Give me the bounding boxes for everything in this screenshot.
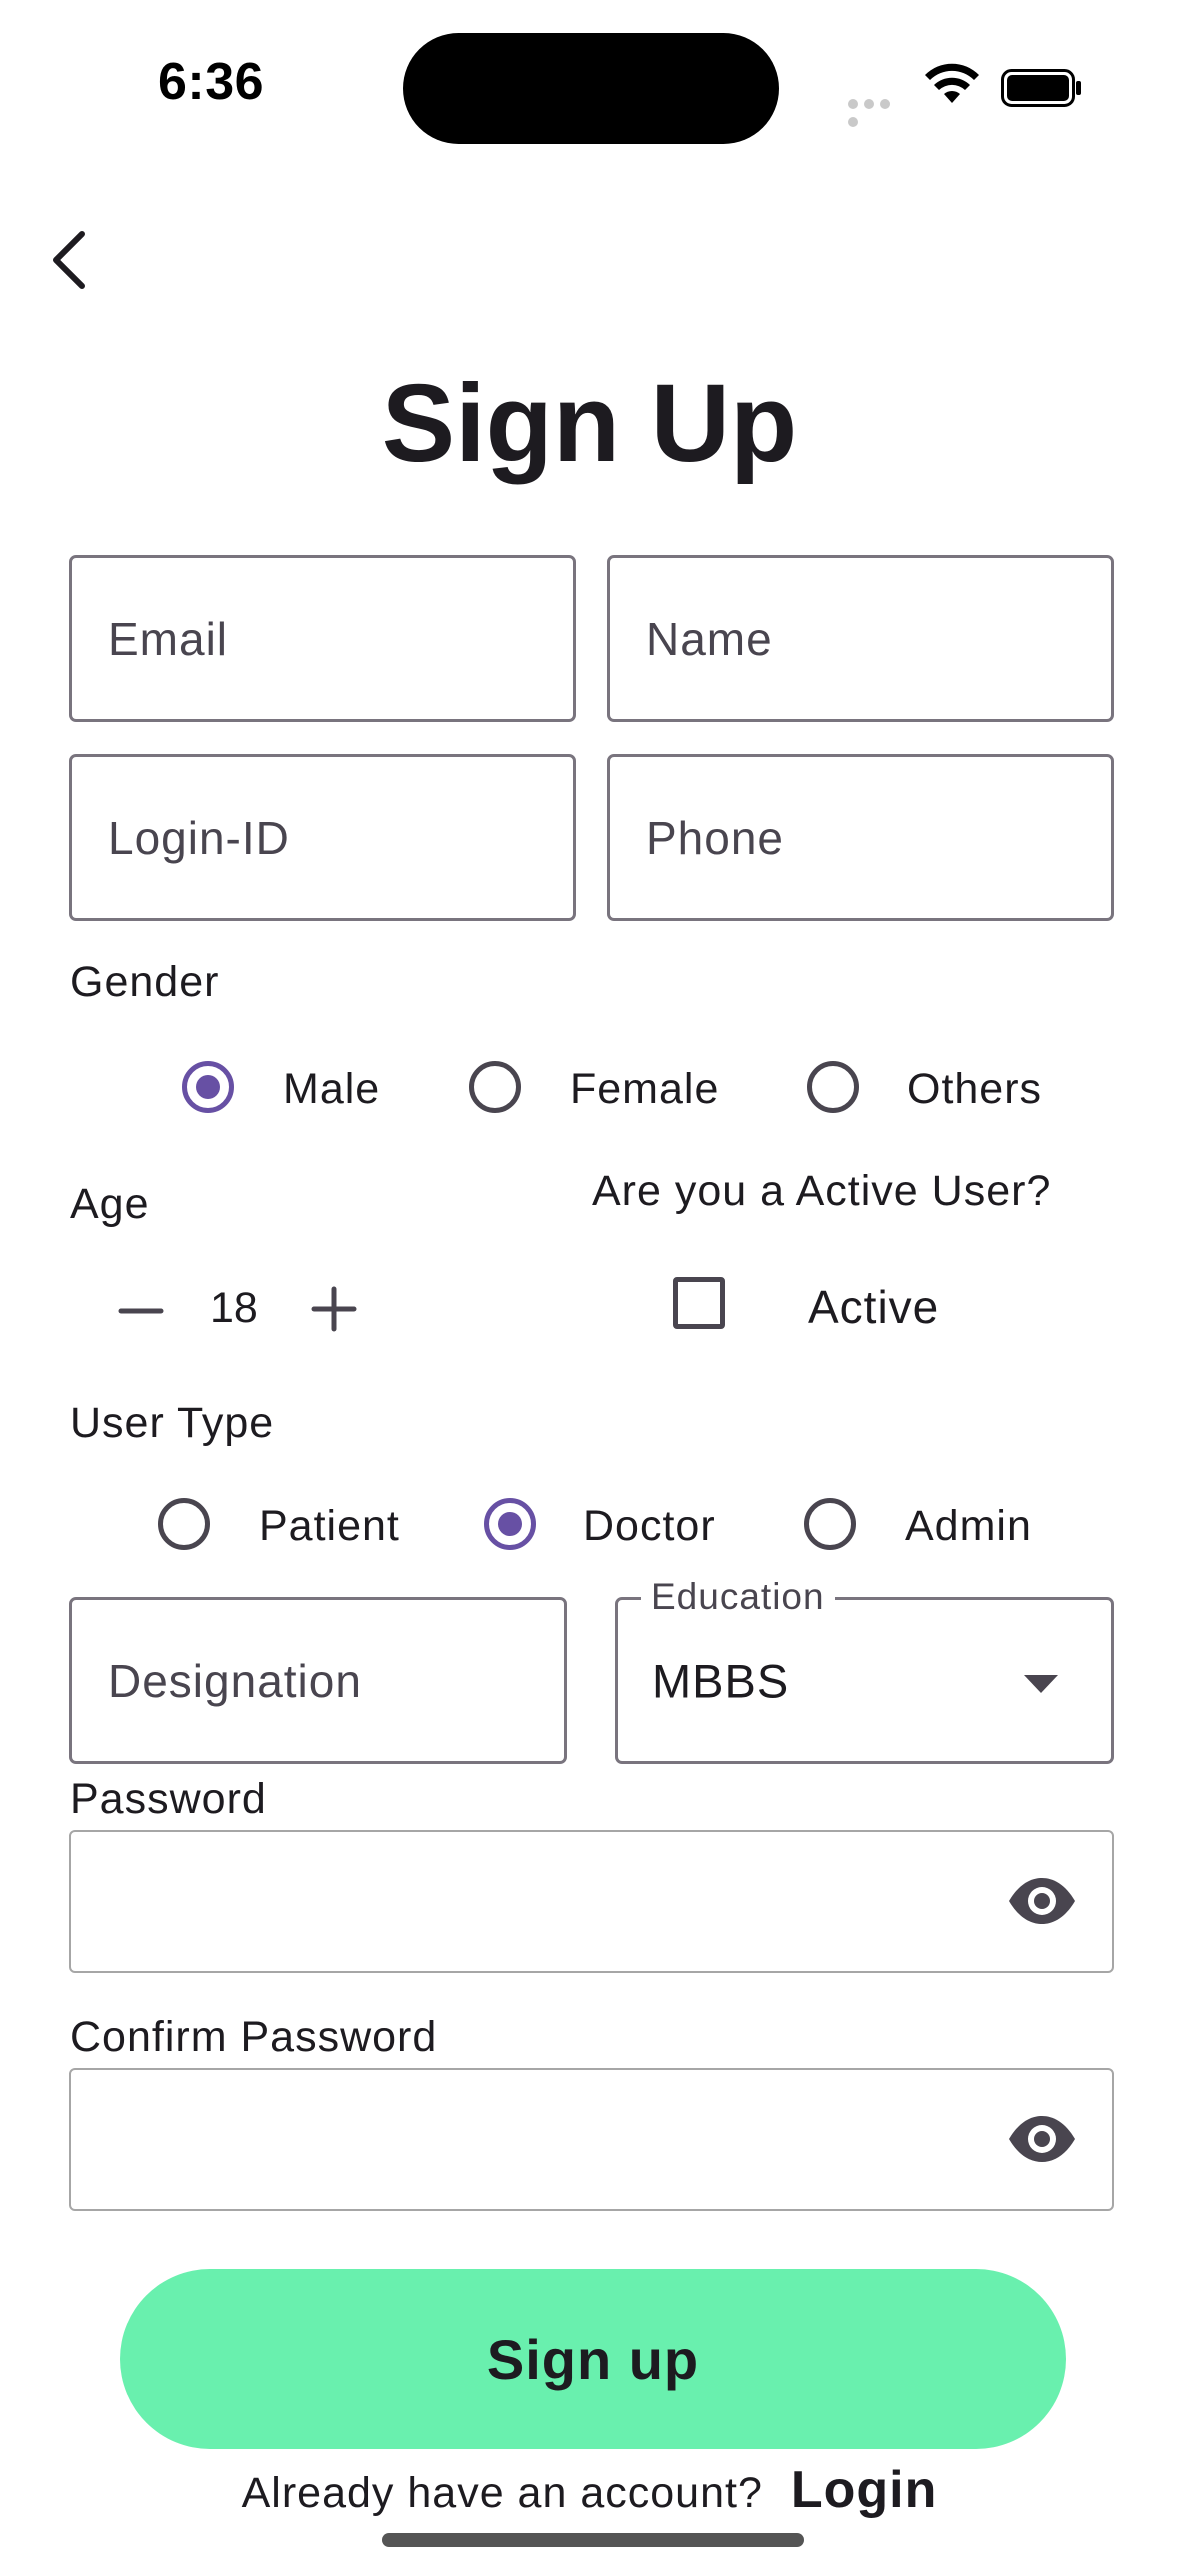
battery-icon [1001,69,1081,107]
user-type-radio-patient[interactable] [158,1498,210,1550]
dropdown-arrow-icon [1024,1675,1058,1693]
education-selected-value: MBBS [652,1654,790,1707]
email-placeholder: Email [108,612,229,665]
password-input[interactable] [69,1830,1114,1973]
education-legend: Education [641,1576,835,1618]
education-dropdown[interactable]: MBBS [615,1597,1114,1764]
home-indicator [382,2533,804,2547]
gender-option-male-label: Male [283,1065,381,1113]
phone-field[interactable]: Phone [607,754,1114,921]
login-prompt: Already have an account? Login [0,2460,1179,2520]
name-field[interactable]: Name [607,555,1114,722]
gender-label: Gender [70,958,220,1006]
back-arrow-icon[interactable] [44,228,96,292]
phone-placeholder: Phone [646,811,785,864]
gender-radio-male[interactable] [182,1061,234,1113]
login-link[interactable]: Login [791,2461,938,2519]
designation-field[interactable]: Designation [69,1597,567,1764]
active-user-question: Are you a Active User? [592,1167,1052,1215]
eye-icon[interactable] [1007,1876,1077,1926]
status-time: 6:36 [158,53,265,111]
age-value: 18 [210,1284,258,1332]
dynamic-island [403,33,779,144]
active-checkbox-label: Active [808,1281,940,1333]
user-type-label: User Type [70,1399,275,1447]
user-type-radio-admin[interactable] [804,1498,856,1550]
signup-button[interactable]: Sign up [120,2269,1066,2449]
user-type-option-admin-label: Admin [905,1502,1032,1550]
age-label: Age [70,1180,150,1228]
plus-icon[interactable] [310,1285,358,1333]
gender-option-female-label: Female [570,1065,720,1113]
already-account-text: Already have an account? [241,2469,763,2517]
designation-placeholder: Designation [108,1654,362,1707]
gender-radio-others[interactable] [807,1061,859,1113]
login-id-field[interactable]: Login-ID [69,754,576,921]
confirm-password-input[interactable] [69,2068,1114,2211]
name-placeholder: Name [646,612,773,665]
confirm-password-label: Confirm Password [70,2013,438,2061]
login-id-placeholder: Login-ID [108,811,290,864]
active-checkbox[interactable] [673,1277,725,1329]
user-type-option-patient-label: Patient [259,1502,400,1550]
page-title: Sign Up [381,362,798,485]
password-label: Password [70,1775,267,1823]
user-type-option-doctor-label: Doctor [583,1502,716,1550]
user-type-radio-doctor[interactable] [484,1498,536,1550]
email-field[interactable]: Email [69,555,576,722]
signal-dots-icon [848,96,908,127]
gender-option-others-label: Others [907,1065,1043,1113]
eye-icon[interactable] [1007,2114,1077,2164]
minus-icon[interactable] [117,1287,165,1335]
gender-radio-female[interactable] [469,1061,521,1113]
wifi-icon [925,63,979,103]
